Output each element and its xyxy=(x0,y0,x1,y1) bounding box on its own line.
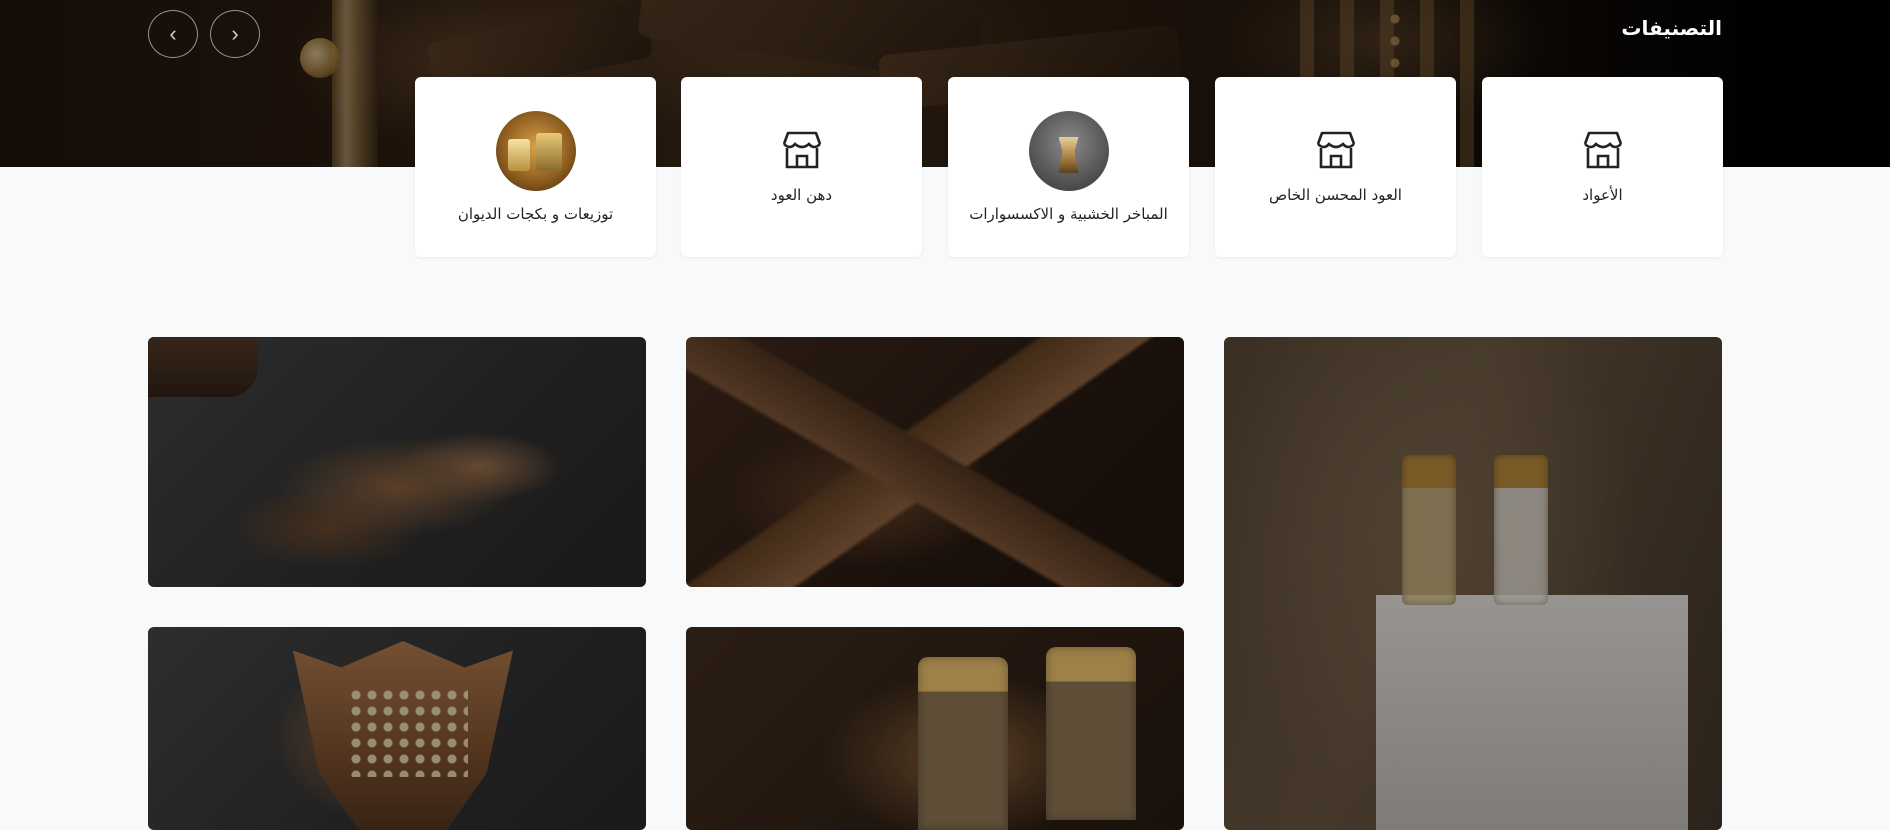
chevron-right-icon: › xyxy=(231,21,239,46)
category-label: توزيعات و بكجات الديوان xyxy=(457,205,614,223)
category-card-gift-packages[interactable]: توزيعات و بكجات الديوان xyxy=(415,77,656,257)
category-label: دهن العود xyxy=(770,186,833,204)
agarwood-pieces-image[interactable] xyxy=(686,337,1184,587)
store-icon xyxy=(782,131,821,169)
category-carousel: الأعواد العود المحسن الخاص المباخر الخشب… xyxy=(415,77,1723,257)
chevron-left-icon: ‹ xyxy=(169,21,177,46)
image-overlay xyxy=(148,337,646,587)
store-icon xyxy=(1316,131,1355,169)
category-label: المباخر الخشبية و الاكسسوارات xyxy=(969,205,1168,223)
image-overlay xyxy=(1224,337,1722,830)
image-overlay xyxy=(148,627,646,830)
category-label: العود المحسن الخاص xyxy=(1269,186,1402,204)
category-card-burners[interactable]: المباخر الخشبية و الاكسسوارات xyxy=(948,77,1189,257)
oud-chips-image[interactable] xyxy=(148,337,646,587)
oil-bottles-on-box-image[interactable] xyxy=(1224,337,1722,830)
incense-burner-thumbnail xyxy=(1028,111,1109,191)
gift-package-thumbnail xyxy=(495,111,576,191)
carousel-prev-button[interactable]: ‹ xyxy=(148,10,198,58)
carousel-next-button[interactable]: › xyxy=(210,10,260,58)
perfume-bottles-image[interactable] xyxy=(686,627,1184,830)
image-overlay xyxy=(686,337,1184,587)
section-title: التصنيفات xyxy=(1621,16,1722,40)
image-overlay xyxy=(686,627,1184,830)
store-icon xyxy=(1583,131,1622,169)
category-card-improved-oud[interactable]: العود المحسن الخاص xyxy=(1215,77,1456,257)
category-card-awad[interactable]: الأعواد xyxy=(1482,77,1723,257)
wooden-burner-image[interactable] xyxy=(148,627,646,830)
category-card-oud-oil[interactable]: دهن العود xyxy=(681,77,922,257)
category-label: الأعواد xyxy=(1582,186,1623,204)
